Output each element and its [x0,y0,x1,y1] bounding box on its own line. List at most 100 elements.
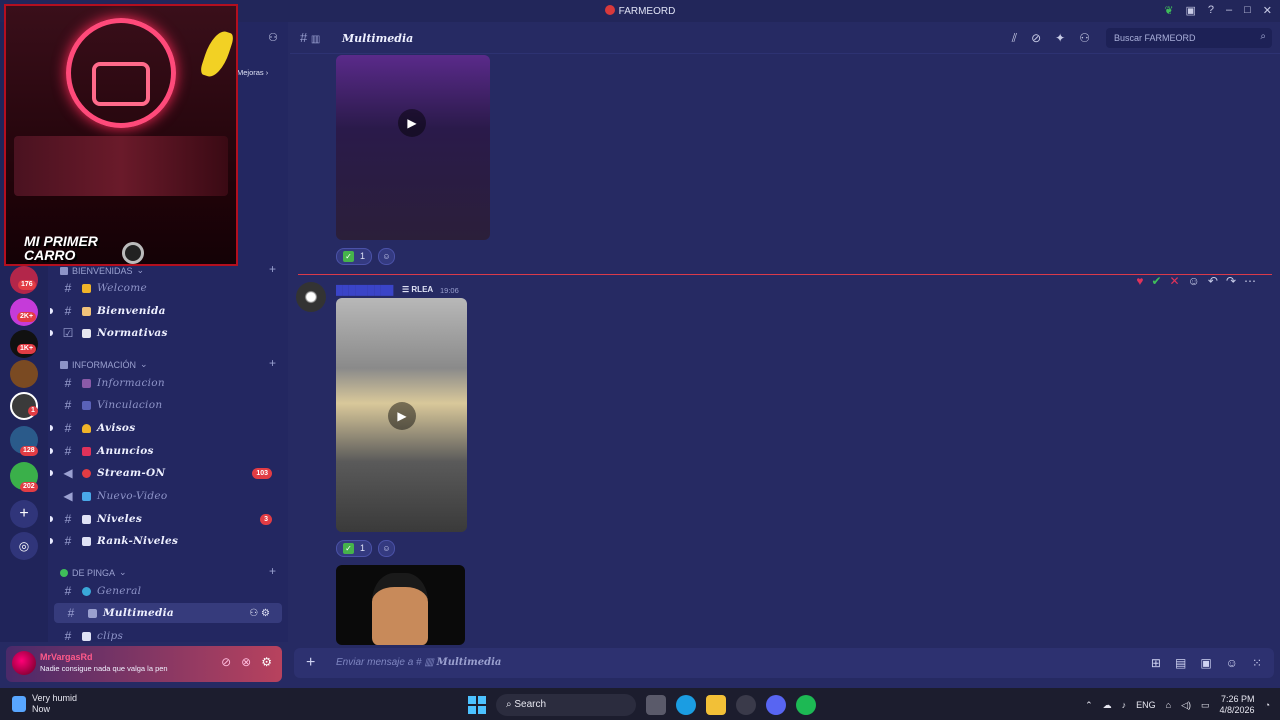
wheel-icon [122,242,144,264]
close-button[interactable]: ✕ [1263,4,1272,17]
network-icon[interactable]: ⌂ [1166,700,1171,710]
add-server-icon[interactable]: + [10,500,38,528]
weather-widget[interactable]: Very humid Now [12,693,77,715]
play-icon[interactable]: ▶ [388,402,416,430]
reaction-row: ✓ 1 ☺ [336,539,396,557]
channel-niveles[interactable]: # Niveles 3 [48,509,284,529]
add-reaction-icon[interactable]: ☺ [378,247,396,265]
settings-gear-icon[interactable]: ⚙ [261,655,272,669]
message-input[interactable]: + Enviar mensaje a # ▥ Multimedia ⊞ ▤ ▣ … [294,648,1274,678]
notification-mute-icon[interactable]: ⊘ [1031,31,1041,46]
inbox-icon[interactable]: ▣ [1185,4,1195,17]
onedrive-icon[interactable]: ☁ [1103,700,1112,711]
mention-badge: 3 [260,513,272,525]
windows-start-icon[interactable] [468,696,486,714]
add-reaction-icon[interactable]: ☺ [378,539,396,557]
taskbar-search[interactable]: ⌕ Search [496,694,636,716]
search-input[interactable]: Buscar FARMEORD ⌕ [1106,28,1272,48]
server-badge: 1K+ [17,344,37,354]
author-avatar[interactable] [296,282,326,312]
message-list[interactable]: ▶ ✓ 1 ☺ ♥ ✔ ✕ ☺ ↶ ↷ ⋯ █████████ ☰ RLEA 19… [290,55,1280,645]
threads-icon[interactable]: ⫽ [1012,31,1017,46]
user-avatar[interactable] [12,651,36,675]
mute-mic-icon[interactable]: ⊘ [221,655,231,669]
x-icon[interactable]: ✕ [1170,274,1180,288]
hash-icon: # [64,584,72,598]
server-icon[interactable] [10,360,38,388]
app-icon[interactable] [736,695,756,715]
category-bienvenidas[interactable]: BIENVENIDAS ⌄ [60,265,144,276]
mention-badge: 103 [252,467,272,479]
category-informacion[interactable]: INFORMACIÓN ⌄ [60,359,148,370]
edge-icon[interactable] [676,695,696,715]
author-name[interactable]: █████████ [336,285,393,295]
help-icon[interactable]: ? [1208,4,1214,17]
image-attachment[interactable] [336,565,465,645]
channel-bienvenida[interactable]: # Bienvenida [48,301,284,321]
clock[interactable]: 7:26 PM 4/8/2026 [1220,694,1255,716]
invite-icon[interactable]: ⚇ [249,608,258,619]
create-channel-icon[interactable]: ⚇ [268,31,278,44]
user-panel[interactable]: MrVargasRd Nadie consigue nada que valga… [6,646,282,682]
file-explorer-icon[interactable] [706,695,726,715]
add-reaction-icon[interactable]: ☺ [1188,274,1200,288]
volume-icon[interactable]: ◁) [1181,700,1191,711]
emoji-icon[interactable]: ☺ [1226,656,1238,670]
boost-link[interactable]: Mejoras › [237,68,268,77]
new-messages-divider [298,274,1272,275]
webcam-overlay: MI PRIMER CARRO [4,4,238,266]
notification-bell-icon[interactable]: ◔ [1265,700,1270,710]
discord-icon[interactable] [766,695,786,715]
play-icon[interactable]: ▶ [398,109,426,137]
heart-icon[interactable]: ♥ [1136,274,1143,288]
channel-rank-niveles[interactable]: # Rank-Niveles [48,531,284,551]
attach-plus-icon[interactable]: + [306,654,315,672]
channel-stream-on[interactable]: ◀ Stream-ON 103 [48,463,284,483]
gift-icon[interactable]: ⊞ [1151,656,1161,670]
channel-anuncios[interactable]: # Anuncios [48,441,284,461]
pin-icon[interactable]: ✦ [1055,31,1065,46]
video-attachment[interactable]: ▶ [336,298,467,532]
channel-multimedia[interactable]: # Multimedia ⚇ ⚙ [54,603,282,623]
spotify-icon[interactable] [796,695,816,715]
maximize-button[interactable]: □ [1244,4,1251,17]
reaction-check[interactable]: ✓ 1 [336,247,373,265]
member-list-icon[interactable]: ⚇ [1079,31,1090,46]
category-icon [60,360,68,369]
deafen-icon[interactable]: ⊗ [241,655,251,669]
apps-icon[interactable]: ⁙ [1252,656,1262,670]
reply-icon[interactable]: ↶ [1208,274,1218,288]
server-badge: 202 [20,482,38,492]
hash-icon: # [64,629,72,643]
more-icon[interactable]: ⋯ [1244,274,1256,288]
chevron-up-icon[interactable]: ⌃ [1085,700,1093,711]
channel-welcome[interactable]: # Welcome [48,278,284,298]
add-channel-button[interactable]: + [269,262,276,276]
settings-gear-icon[interactable]: ⚙ [261,608,270,619]
add-channel-button[interactable]: + [269,356,276,370]
hash-icon: # [64,376,72,390]
red-circle-icon [82,468,91,478]
channel-clips[interactable]: # clips [48,626,284,646]
gif-icon[interactable]: ▤ [1175,656,1186,670]
video-attachment[interactable]: ▶ [336,55,490,240]
language-indicator[interactable]: ENG [1136,700,1156,710]
sticker-icon[interactable]: ▣ [1200,656,1211,670]
channel-normativas[interactable]: ☑ Normativas [48,323,284,343]
add-channel-button[interactable]: + [269,564,276,578]
channel-vinculacion[interactable]: # Vinculacion [48,395,284,415]
channel-general[interactable]: # General [48,581,284,601]
task-view-icon[interactable] [646,695,666,715]
channel-nuevo-video[interactable]: ◀ Nuevo-Video [48,486,284,506]
category-de-pinga[interactable]: DE PINGA ⌄ [60,567,127,578]
minimize-button[interactable]: – [1226,4,1232,17]
explore-icon[interactable]: ◎ [10,532,38,560]
reaction-check[interactable]: ✓ 1 [336,539,373,557]
battery-icon[interactable]: ▭ [1201,700,1210,711]
forward-icon[interactable]: ↷ [1226,274,1236,288]
channel-informacion[interactable]: # Informacion [48,373,284,393]
microphone-icon[interactable]: ♪ [1122,700,1127,710]
leaf-icon[interactable]: ❦ [1164,4,1173,17]
check-icon[interactable]: ✔ [1151,274,1161,288]
channel-avisos[interactable]: # Avisos [48,418,284,438]
